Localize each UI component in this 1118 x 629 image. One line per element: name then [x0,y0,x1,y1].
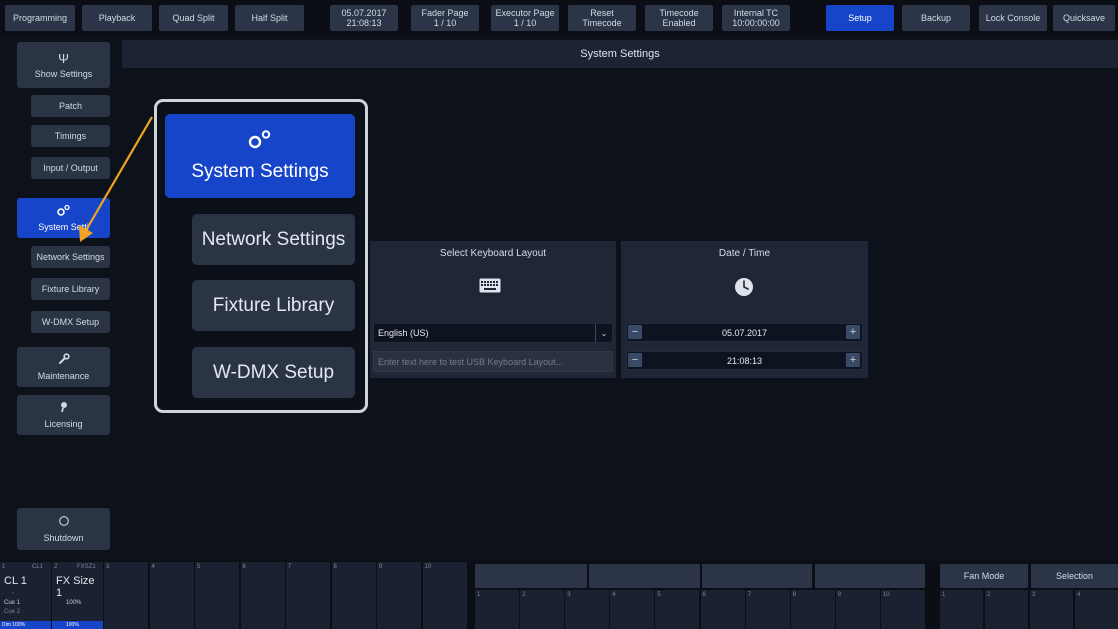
executor-fader-10[interactable]: 10 [880,590,925,629]
playback-cell-5[interactable]: 5 [195,562,239,629]
cell-1-dim-bar: Dim 100% [0,621,51,629]
playback-cell-2[interactable]: 2 FXSZ1 FX Size 1 100% 100% [52,562,103,629]
right-fader-4[interactable]: 4 [1075,590,1118,629]
executor-fader-6[interactable]: 6 [700,590,745,629]
playback-cell-9[interactable]: 9 [377,562,421,629]
fader-number: 8 [792,592,797,598]
cell-number: 9 [379,564,383,570]
cell-2-level-bar: 100% [52,621,103,629]
fader-number: 7 [747,592,751,598]
playback-cell-7[interactable]: 7 [286,562,330,629]
cell-number: 5 [197,564,201,570]
playback-cell-10[interactable]: 10 [422,562,467,629]
executor-button-3[interactable] [702,564,812,588]
fader-number: 4 [612,592,616,598]
executor-fader-5[interactable]: 5 [655,590,700,629]
fader-number: 2 [522,592,526,598]
fader-number: 6 [702,592,706,598]
fader-number: 3 [567,592,571,598]
executor-button-1[interactable] [475,564,587,588]
fader-number: 9 [837,592,842,598]
executor-button-2[interactable] [589,564,700,588]
fan-mode-button[interactable]: Fan Mode [940,564,1028,588]
fader-number: 10 [882,592,890,598]
fan-mode-label: Fan Mode [963,571,1005,581]
cell-1-cue-2: Cue 2 [4,609,21,615]
playback-bar: 1 CL1 CL 1 - Cue 1 Cue 2 Dim 100% 2 FXSZ… [0,561,1118,629]
fader-number: 3 [1032,592,1036,598]
cell-number: 7 [288,564,292,570]
fader-number: 2 [987,592,991,598]
fader-number: 5 [657,592,661,598]
right-fader-1[interactable]: 1 [940,590,983,629]
executor-button-4[interactable] [815,564,925,588]
playback-cell-1[interactable]: 1 CL1 CL 1 - Cue 1 Cue 2 Dim 100% [0,562,51,629]
executor-fader-9[interactable]: 9 [835,590,880,629]
selection-button[interactable]: Selection [1031,564,1118,588]
cell-1-tag: CL1 [32,564,44,570]
cell-2-value: 100% [66,600,82,606]
cell-1-cue-1: Cue 1 [4,600,21,606]
cell-1-number: 1 [2,564,6,570]
cell-2-tag: FXSZ1 [77,564,96,570]
fader-number: 1 [477,592,481,598]
selection-label: Selection [1055,571,1094,581]
executor-fader-1[interactable]: 1 [475,590,519,629]
playback-cell-3[interactable]: 3 [104,562,148,629]
cell-2-name: FX Size 1 [56,575,95,599]
executor-fader-4[interactable]: 4 [610,590,655,629]
playback-cell-8[interactable]: 8 [331,562,376,629]
right-fader-2[interactable]: 2 [985,590,1028,629]
executor-fader-7[interactable]: 7 [745,590,790,629]
cell-2-number: 2 [54,564,58,570]
executor-fader-8[interactable]: 8 [790,590,835,629]
callout-arrow [79,116,153,242]
cell-1-name: CL 1 [4,575,27,587]
cell-1-dash: - [12,590,14,596]
cell-number: 10 [424,564,432,570]
cell-number: 3 [106,564,110,570]
executor-fader-2[interactable]: 2 [520,590,565,629]
cell-number: 8 [333,564,337,570]
fader-number: 1 [942,592,946,598]
cell-number: 4 [151,564,155,570]
right-fader-3[interactable]: 3 [1030,590,1073,629]
playback-cell-4[interactable]: 4 [149,562,194,629]
fader-number: 4 [1077,592,1081,598]
executor-fader-3[interactable]: 3 [565,590,610,629]
cell-number: 6 [242,564,246,570]
playback-cell-6[interactable]: 6 [240,562,285,629]
